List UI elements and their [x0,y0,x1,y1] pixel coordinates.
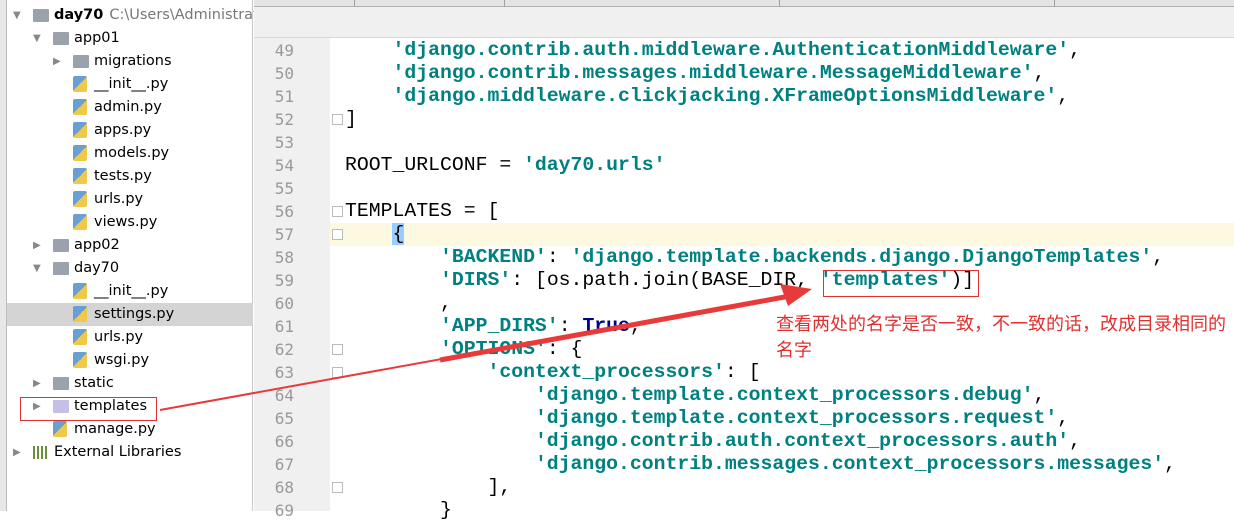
annotation-arrow [159,284,812,411]
arrow-shaft [439,293,791,363]
arrow-head [780,284,812,306]
annotation-note: 查看两处的名字是否一致，不一致的话，改成目录相同的名字 [776,314,1226,361]
